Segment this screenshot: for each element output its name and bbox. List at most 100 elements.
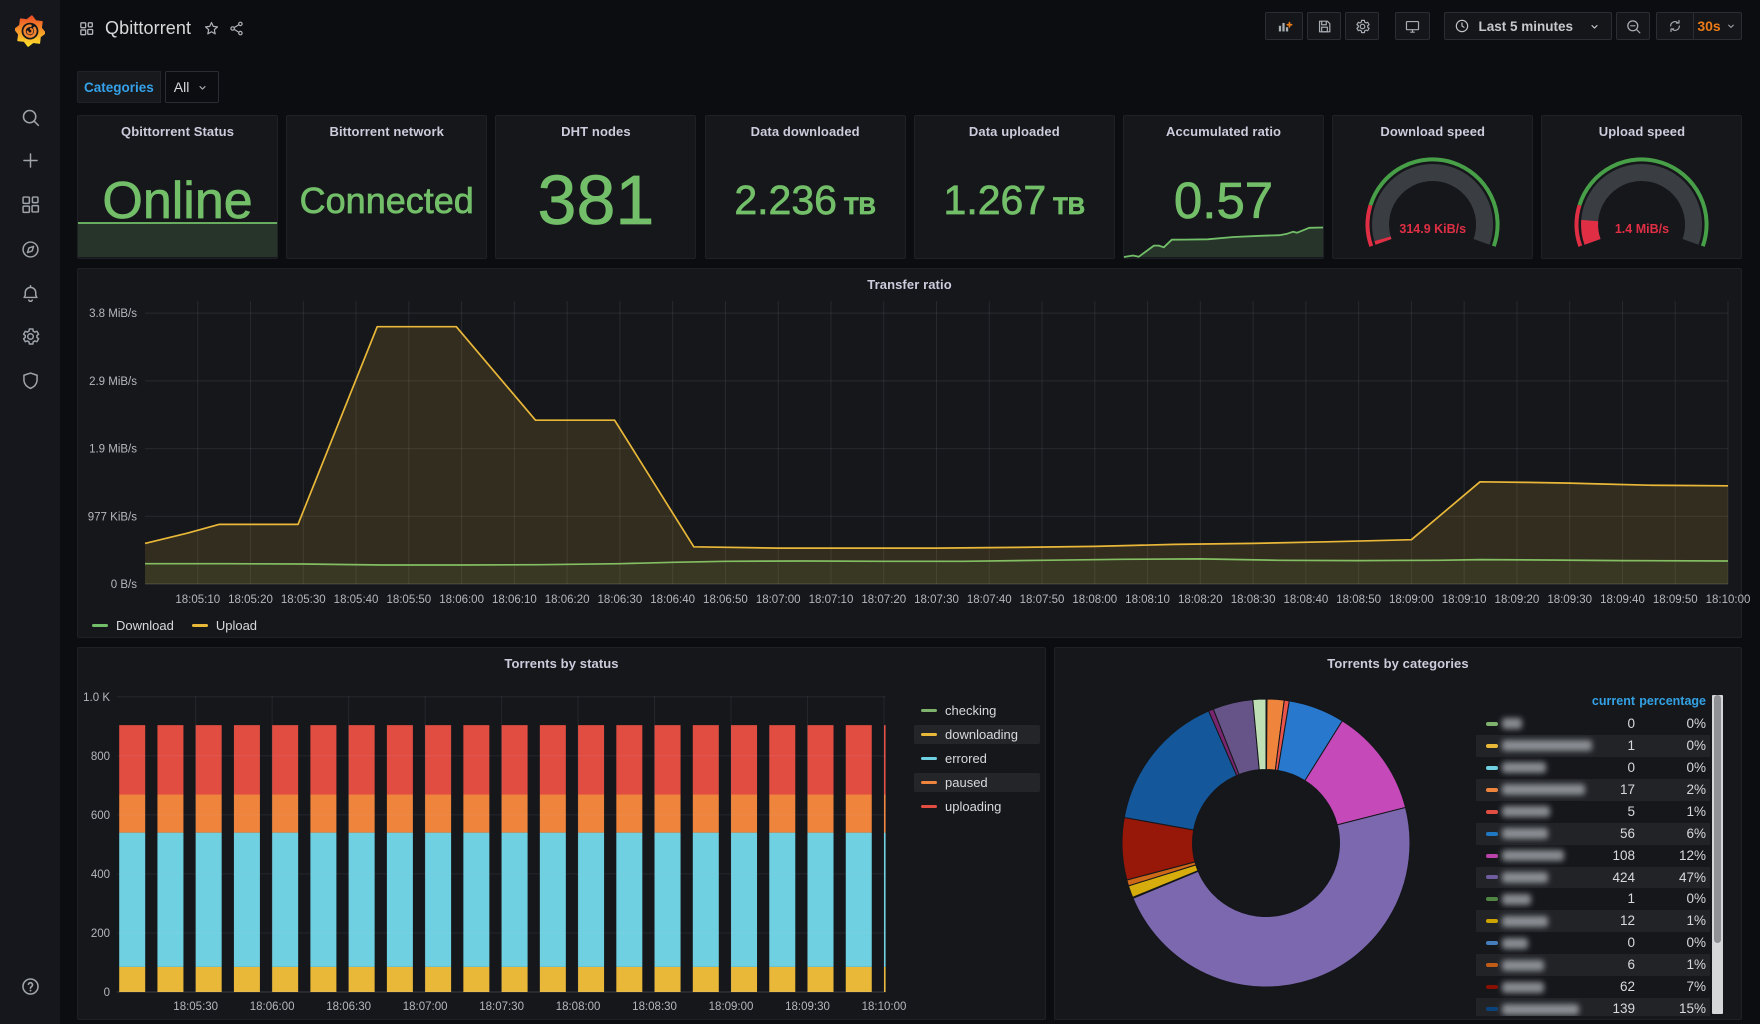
sidebar-item-dashboards[interactable] (0, 186, 60, 222)
x-axis-label: 18:09:40 (1600, 594, 1645, 606)
x-axis-label: 18:06:20 (545, 594, 590, 606)
zoom-out-time-range-button[interactable] (1616, 12, 1650, 40)
legend-item-checking[interactable]: checking (914, 701, 1040, 720)
add-panel-button[interactable] (1265, 12, 1304, 40)
y-axis-label: 3.8 MiB/s (89, 308, 137, 320)
sidebar-item-search[interactable] (0, 99, 60, 135)
time-picker-button[interactable]: Last 5 minutes (1444, 12, 1612, 40)
legend-item-upload[interactable]: Upload (186, 617, 263, 634)
cell-percentage: 1% (1686, 803, 1706, 819)
legend-item-errored[interactable]: errored (914, 749, 1040, 768)
sidebar-item-explore[interactable] (0, 231, 60, 267)
legend-color-paused (921, 781, 937, 784)
table-row[interactable] (1486, 713, 1522, 735)
bar-segment-uploading (310, 725, 337, 795)
category-color (1486, 765, 1498, 770)
refresh-interval-picker[interactable]: 30s (1693, 13, 1741, 39)
sidebar-item-grafana-logo[interactable] (0, 11, 60, 49)
sidebar-item-help[interactable] (0, 968, 60, 1004)
y-axis-label: 400 (91, 869, 110, 881)
bar-segment-downloading (539, 966, 566, 992)
table-row[interactable] (1486, 757, 1546, 779)
dashboard-title[interactable]: Qbittorrent (105, 18, 191, 39)
table-row[interactable] (1486, 735, 1592, 757)
panel-bittorrent-network: Bittorrent network Connected (286, 115, 488, 259)
table-row[interactable] (1486, 779, 1585, 801)
bar-segment-paused (654, 794, 681, 833)
bar-segment-downloading (616, 966, 643, 992)
sidebar-item-plus[interactable] (0, 142, 60, 178)
x-axis-label: 18:06:50 (703, 594, 748, 606)
dashboard-settings-button[interactable] (1345, 12, 1380, 40)
bar-segment-errored (195, 832, 222, 967)
table-row[interactable] (1486, 910, 1548, 932)
x-axis-label: 18:05:10 (175, 594, 220, 606)
sidebar-item-alerting[interactable] (0, 275, 60, 311)
bar-segment-paused (539, 794, 566, 833)
legend-item-downloading[interactable]: downloading (914, 725, 1040, 744)
legend-color-downloading (921, 733, 937, 736)
save-dashboard-button[interactable] (1307, 12, 1342, 40)
cycle-view-mode-button[interactable] (1395, 12, 1431, 40)
cell-current: 0 (1627, 759, 1635, 775)
bar-segment-downloading (578, 966, 605, 992)
clock-icon (1456, 19, 1469, 33)
table-header-current[interactable]: current (1592, 694, 1635, 708)
table-row[interactable] (1486, 976, 1544, 998)
x-axis-label: 18:05:30 (281, 594, 326, 606)
table-scrollbar-track[interactable] (1711, 695, 1723, 1014)
y-axis-label: 2.9 MiB/s (89, 376, 137, 388)
variable-value: All (173, 79, 190, 95)
table-scrollbar-thumb[interactable] (1713, 695, 1721, 943)
legend-color-uploading (921, 805, 937, 808)
x-axis-label: 18:08:50 (1336, 594, 1381, 606)
table-row[interactable] (1486, 845, 1564, 867)
refresh-dashboard-button[interactable] (1657, 13, 1693, 39)
table-row[interactable] (1486, 888, 1531, 910)
panel-title[interactable]: DHT nodes (496, 124, 695, 139)
cell-percentage: 0% (1686, 759, 1706, 775)
panel-title[interactable]: Bittorrent network (287, 124, 486, 139)
x-axis-label: 18:07:00 (756, 594, 801, 606)
table-row[interactable] (1486, 932, 1528, 954)
x-axis-label: 18:09:00 (1389, 594, 1434, 606)
table-row[interactable] (1486, 954, 1544, 976)
legend-item-uploading[interactable]: uploading (914, 797, 1040, 816)
y-axis-label: 600 (91, 810, 110, 822)
legend-item-paused[interactable]: paused (914, 773, 1040, 792)
share-icon[interactable] (224, 14, 249, 42)
bar-segment-errored (654, 832, 681, 967)
bar-segment-uploading (692, 725, 719, 795)
y-axis-label: 977 KiB/s (88, 511, 137, 523)
x-axis-label: 18:06:40 (650, 594, 695, 606)
panel-title[interactable]: Data uploaded (915, 124, 1114, 139)
server-admin-icon (22, 371, 38, 389)
category-label-redacted (1502, 893, 1531, 905)
panel-title[interactable]: Data downloaded (706, 124, 905, 139)
sidebar-item-server-admin[interactable] (0, 362, 60, 398)
category-label-redacted (1502, 806, 1550, 818)
grafana-dashboard: Qbittorrent Last 5 minutes 30s Categories… (0, 0, 1760, 1024)
table-row[interactable] (1486, 998, 1579, 1016)
table-row[interactable] (1486, 867, 1548, 889)
table-row[interactable] (1486, 823, 1548, 845)
cell-current: 108 (1612, 847, 1635, 863)
bar-segment-errored (348, 832, 375, 967)
variable-value-dropdown[interactable]: All (164, 71, 220, 103)
star-icon[interactable] (199, 14, 224, 42)
bar-segment-uploading (501, 725, 528, 795)
bar-segment-paused (578, 794, 605, 833)
legend-item-download[interactable]: Download (86, 617, 180, 634)
table-row[interactable] (1486, 801, 1550, 823)
category-color (1486, 897, 1498, 902)
table-header-percentage[interactable]: percentage (1639, 694, 1706, 708)
bar-segment-errored (539, 832, 566, 967)
sidebar-item-configuration[interactable] (0, 318, 60, 354)
category-color (1486, 809, 1498, 814)
variable-label[interactable]: Categories (77, 71, 161, 103)
sparkline (1123, 226, 1324, 258)
bar-segment-paused (463, 794, 490, 833)
cell-current: 0 (1627, 935, 1635, 951)
categories-table: current percentage 0 0% 1 0% 0 0% 17 2% 5 1% 56 6% 108… (1055, 648, 1741, 1016)
panel-upload-speed: Upload speed 1.4 MiB/s (1541, 115, 1743, 259)
